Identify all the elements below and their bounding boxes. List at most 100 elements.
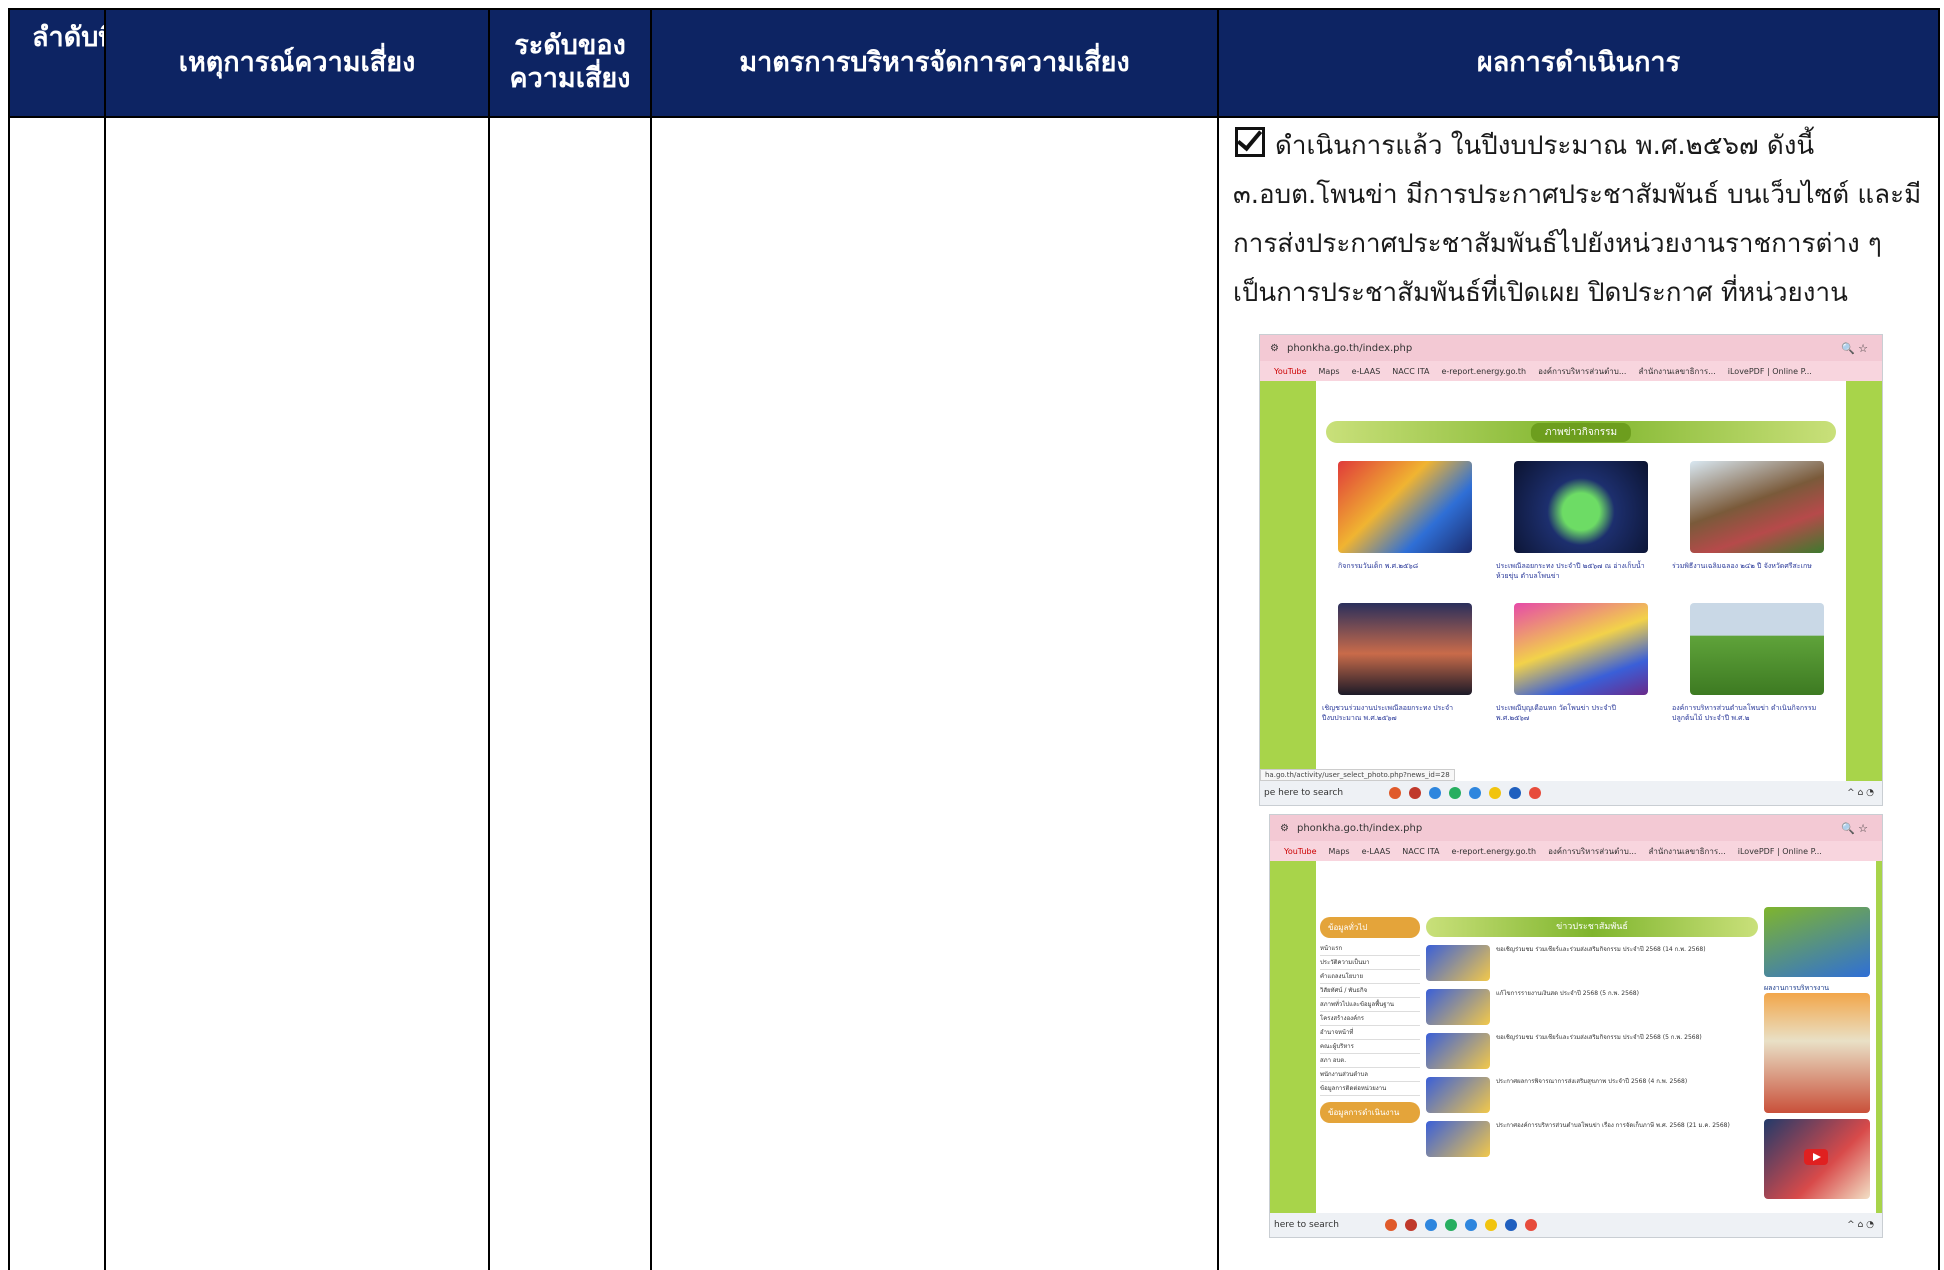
bookmark-item: สำนักงานเลขาธิการ...: [1638, 366, 1716, 376]
folder-icon: [1489, 787, 1502, 799]
bookmark-item: องค์การบริหารส่วนตำบ...: [1538, 366, 1627, 376]
sidebar-item: หน้าแรก: [1320, 942, 1420, 956]
result-line: การส่งประกาศประชาสัมพันธ์ไปยังหน่วยงานรา…: [1233, 229, 1882, 259]
app-icon: [1524, 1219, 1537, 1231]
taskbar-apps: [1389, 787, 1542, 799]
aside-poster: [1764, 993, 1870, 1113]
chrome-icon: [1449, 787, 1462, 799]
bookmark-item: NACC ITA: [1402, 846, 1440, 856]
taskbar-apps: [1384, 1219, 1537, 1231]
address-bar: ⚙ phonkha.go.th/index.php 🔍 ☆: [1260, 335, 1882, 361]
sidebar-menu: ข้อมูลทั่วไป หน้าแรก ประวัติความเป็นมา ค…: [1320, 917, 1420, 1127]
bookmark-item: YouTube: [1284, 846, 1317, 856]
cell-result: ดำเนินการแล้ว ในปีงบประมาณ พ.ศ.๒๕๖๗ ดังน…: [1217, 116, 1940, 1270]
section-title: ภาพข่าวกิจกรรม: [1530, 423, 1632, 442]
app-icon: [1464, 1219, 1477, 1231]
news-item: ขอเชิญร่วมชม ร่วมเชียร์และร่วมส่งเสริมกิ…: [1426, 945, 1758, 981]
activity-photo: [1338, 603, 1472, 695]
app-icon: [1429, 787, 1442, 799]
bookmarks-bar: YouTube Maps e-LAAS NACC ITA e-report.en…: [1260, 361, 1882, 381]
section-banner: ภาพข่าวกิจกรรม: [1326, 421, 1836, 443]
activity-photo: [1690, 461, 1824, 553]
taskbar: pe here to search ^ ⌂ ◔: [1260, 781, 1882, 805]
activity-photo: [1514, 461, 1648, 553]
table-header-row: ลำดับที่ เหตุการณ์ความเสี่ยง ระดับของ คว…: [8, 8, 1940, 118]
address-bar: ⚙ phonkha.go.th/index.php 🔍 ☆: [1270, 815, 1882, 841]
bookmark-item: Maps: [1318, 366, 1340, 376]
website-screenshot-news: ⚙ phonkha.go.th/index.php 🔍 ☆ YouTube Ma…: [1269, 814, 1883, 1238]
activity-caption: กิจกรรมวันเด็ก พ.ศ.๒๕๖๘: [1338, 562, 1419, 570]
result-line-text: ดำเนินการแล้ว ในปีงบประมาณ พ.ศ.๒๕๖๗ ดังน…: [1275, 131, 1815, 161]
checked-box-icon: [1235, 124, 1265, 157]
bookmark-item: e-report.energy.go.th: [1441, 366, 1527, 376]
word-icon: [1509, 787, 1522, 799]
news-thumbnail: [1426, 1077, 1490, 1113]
sidebar-item: อำนาจหน้าที่: [1320, 1026, 1420, 1040]
news-thumbnail: [1426, 1033, 1490, 1069]
sidebar-item: สภาพทั่วไปและข้อมูลพื้นฐาน: [1320, 998, 1420, 1012]
bookmark-item: NACC ITA: [1392, 366, 1430, 376]
activity-caption: ประเพณีลอยกระทง ประจำปี ๒๕๖๗ ณ อ่างเก็บน…: [1496, 562, 1645, 580]
activity-caption: ประเพณีบุญเดือนหก วัดโพนข่า ประจำปี พ.ศ.…: [1496, 704, 1616, 722]
header-level-line2: ความเสี่ยง: [509, 63, 631, 94]
bookmark-item: e-LAAS: [1361, 846, 1391, 856]
news-text: ประกาศองค์การบริหารส่วนตำบลโพนข่า เรื่อง…: [1496, 1122, 1730, 1129]
news-item: ขอเชิญร่วมชม ร่วมเชียร์และร่วมส่งเสริมกิ…: [1426, 1033, 1758, 1069]
header-event: เหตุการณ์ความเสี่ยง: [104, 8, 490, 118]
bookmark-item: YouTube: [1274, 366, 1307, 376]
news-text: ขอเชิญร่วมชม ร่วมเชียร์และร่วมส่งเสริมกิ…: [1496, 946, 1706, 953]
activity-caption: องค์การบริหารส่วนตำบลโพนข่า ดำเนินกิจกรร…: [1672, 704, 1817, 722]
page-viewport: ข้อมูลทั่วไป หน้าแรก ประวัติความเป็นมา ค…: [1270, 861, 1882, 1213]
table-row: ดำเนินการแล้ว ในปีงบประมาณ พ.ศ.๒๕๖๗ ดังน…: [8, 116, 1940, 1270]
taskbar-search: pe here to search: [1264, 788, 1344, 798]
news-thumbnail: [1426, 945, 1490, 981]
app-icon: [1384, 1219, 1397, 1231]
bookmark-item: e-report.energy.go.th: [1451, 846, 1537, 856]
app-icon: [1529, 787, 1542, 799]
taskbar: here to search ^ ⌂ ◔: [1270, 1213, 1882, 1237]
aside-banner: [1764, 907, 1870, 977]
sidebar-item: ข้อมูลการติดต่อหน่วยงาน: [1320, 1082, 1420, 1096]
news-section: ข่าวประชาสัมพันธ์ ขอเชิญร่วมชม ร่วมเชียร…: [1426, 917, 1758, 1157]
activity-caption: เชิญชวนร่วมงานประเพณีลอยกระทง ประจำปีงบป…: [1322, 704, 1454, 722]
header-result: ผลการดำเนินการ: [1217, 8, 1940, 118]
risk-table: ลำดับที่ เหตุการณ์ความเสี่ยง ระดับของ คว…: [8, 8, 1940, 1270]
youtube-play-icon: [1804, 1149, 1828, 1165]
sidebar-item: คำแถลงนโยบาย: [1320, 970, 1420, 984]
result-line: เป็นการประชาสัมพันธ์ที่เปิดเผย ปิดประกาศ…: [1233, 278, 1848, 308]
header-level: ระดับของ ความเสี่ยง: [488, 8, 652, 118]
site-info-icon: ⚙: [1280, 822, 1289, 834]
sidebar-item: คณะผู้บริหาร: [1320, 1040, 1420, 1054]
address-url: phonkha.go.th/index.php: [1296, 822, 1423, 834]
sidebar-heading: ข้อมูลทั่วไป: [1320, 917, 1420, 938]
page-viewport: ภาพข่าวกิจกรรม กิจกรรมวันเด็ก พ.ศ.๒๕๖๘ ป…: [1260, 381, 1882, 781]
sidebar-item: ประวัติความเป็นมา: [1320, 956, 1420, 970]
header-measures: มาตรการบริหารจัดการความเสี่ยง: [650, 8, 1219, 118]
header-seq: ลำดับที่: [8, 8, 106, 118]
sidebar-heading: ข้อมูลการดำเนินงาน: [1320, 1102, 1420, 1123]
bookmark-item: iLovePDF | Online P...: [1737, 846, 1822, 856]
page-content: ข้อมูลทั่วไป หน้าแรก ประวัติความเป็นมา ค…: [1316, 861, 1876, 1213]
activity-caption: ร่วมพิธีงานเฉลิมฉลอง ๒๔๒ ปี จังหวัดศรีสะ…: [1672, 562, 1812, 570]
status-url: ha.go.th/activity/user_select_photo.php?…: [1260, 769, 1455, 781]
bookmark-item: Maps: [1328, 846, 1350, 856]
bookmark-item: e-LAAS: [1351, 366, 1381, 376]
right-column: ผลงานการบริหารงาน: [1764, 907, 1870, 1205]
page: ลำดับที่ เหตุการณ์ความเสี่ยง ระดับของ คว…: [0, 0, 1944, 1270]
bookmark-star-icon: 🔍 ☆: [1840, 341, 1868, 355]
news-item: ประกาศผลการพิจารณาการส่งเสริมสุขภาพ ประจ…: [1426, 1077, 1758, 1113]
news-text: ขอเชิญร่วมชม ร่วมเชียร์และร่วมส่งเสริมกิ…: [1496, 1034, 1702, 1041]
news-thumbnail: [1426, 989, 1490, 1025]
app-icon: [1389, 787, 1402, 799]
bookmark-item: สำนักงานเลขาธิการ...: [1648, 846, 1726, 856]
activity-photo: [1690, 603, 1824, 695]
sidebar-item: โครงสร้างองค์กร: [1320, 1012, 1420, 1026]
cell-seq: [8, 116, 106, 1270]
news-item: ประกาศองค์การบริหารส่วนตำบลโพนข่า เรื่อง…: [1426, 1121, 1758, 1157]
video-thumbnail: [1764, 1119, 1870, 1199]
sidebar-item: พนักงานส่วนตำบล: [1320, 1068, 1420, 1082]
result-line: ๓.อบต.โพนข่า มีการประกาศประชาสัมพันธ์ บน…: [1233, 180, 1922, 210]
result-text: ดำเนินการแล้ว ในปีงบประมาณ พ.ศ.๒๕๖๗ ดังน…: [1219, 118, 1938, 318]
bookmark-item: องค์การบริหารส่วนตำบ...: [1548, 846, 1637, 856]
news-text: แก้ไขการรายงานเงินสด ประจำปี 2568 (5 ก.พ…: [1496, 990, 1639, 997]
